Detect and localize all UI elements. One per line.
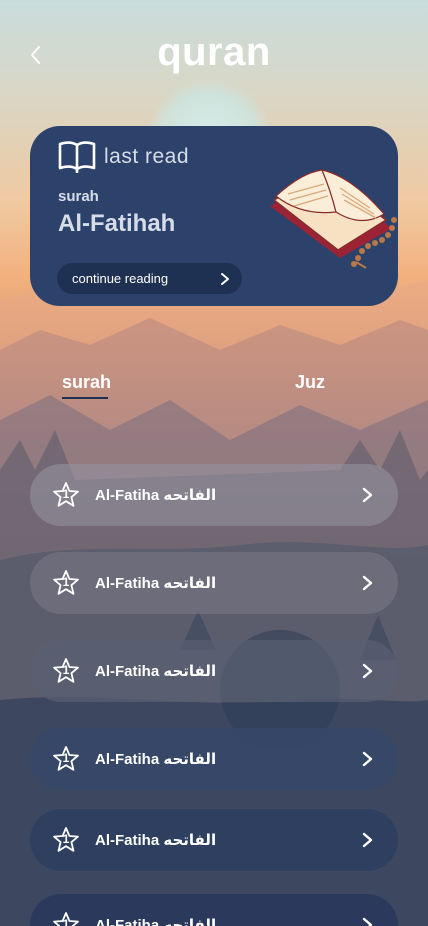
chevron-right-icon xyxy=(221,272,229,285)
surah-row-name: Al-Fatiha الفاتحه xyxy=(95,832,217,849)
tab-juz[interactable]: Juz xyxy=(295,372,325,393)
list-item[interactable]: 1 Al-Fatiha الفاتحه xyxy=(30,728,398,790)
surah-number: 1 xyxy=(62,575,70,589)
chevron-right-icon xyxy=(362,832,373,848)
tab-surah[interactable]: surah xyxy=(62,372,111,393)
star-badge-icon: 1 xyxy=(52,745,80,773)
surah-row-name: Al-Fatiha الفاتحه xyxy=(95,917,217,926)
surah-number: 1 xyxy=(62,751,70,765)
surah-number: 1 xyxy=(62,663,70,677)
open-book-icon xyxy=(58,141,96,173)
star-badge-icon: 1 xyxy=(52,569,80,597)
surah-row-name: Al-Fatiha الفاتحه xyxy=(95,575,217,592)
star-badge-icon: 1 xyxy=(52,481,80,509)
chevron-right-icon xyxy=(362,663,373,679)
surah-row-name: Al-Fatiha الفاتحه xyxy=(95,751,217,768)
surah-number: 1 xyxy=(62,832,70,846)
star-badge-icon: 1 xyxy=(52,911,80,926)
continue-reading-label: continue reading xyxy=(72,271,169,286)
list-item[interactable]: 1 Al-Fatiha الفاتحه xyxy=(30,894,398,926)
star-badge-icon: 1 xyxy=(52,657,80,685)
surah-name: Al-Fatihah xyxy=(58,210,176,237)
continue-reading-button[interactable]: continue reading xyxy=(57,263,242,294)
surah-row-name: Al-Fatiha الفاتحه xyxy=(95,487,217,504)
chevron-right-icon xyxy=(362,487,373,503)
surah-label: surah xyxy=(58,188,99,205)
star-badge-icon: 1 xyxy=(52,826,80,854)
surah-row-name: Al-Fatiha الفاتحه xyxy=(95,663,217,680)
list-item[interactable]: 1 Al-Fatiha الفاتحه xyxy=(30,640,398,702)
tab-active-indicator xyxy=(62,397,108,399)
list-item[interactable]: 1 Al-Fatiha الفاتحه xyxy=(30,464,398,526)
chevron-right-icon xyxy=(362,751,373,767)
last-read-card[interactable]: last read surah Al-Fatihah continue read… xyxy=(30,126,398,306)
surah-number: 1 xyxy=(62,487,70,501)
list-item[interactable]: 1 Al-Fatiha الفاتحه xyxy=(30,809,398,871)
tab-bar: surah Juz xyxy=(0,372,428,404)
chevron-right-icon xyxy=(362,575,373,591)
page-title: quran xyxy=(157,30,271,74)
list-item[interactable]: 1 Al-Fatiha الفاتحه xyxy=(30,552,398,614)
surah-number: 1 xyxy=(62,917,70,926)
quran-book-illustration xyxy=(270,169,397,269)
last-read-heading: last read xyxy=(58,140,189,174)
chevron-right-icon xyxy=(362,917,373,926)
last-read-label: last read xyxy=(104,145,190,168)
